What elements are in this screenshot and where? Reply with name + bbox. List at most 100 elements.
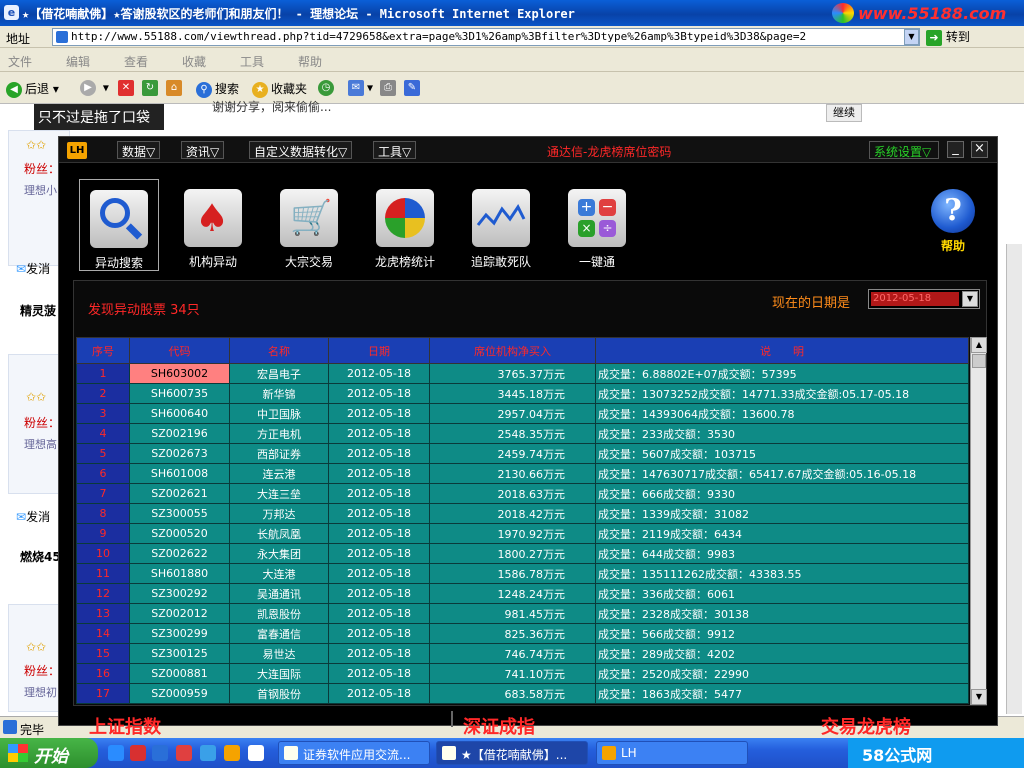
- search-button[interactable]: ⚲ 搜索: [196, 80, 239, 98]
- cell-name: 大连三垒: [229, 483, 329, 504]
- table-row[interactable]: 10 SZ002622 永大集团 2012-05-18 1800.27万元 成交量：644…: [76, 543, 969, 564]
- menu-news[interactable]: 资讯▽: [181, 141, 225, 159]
- star-icon: ★: [252, 81, 268, 98]
- table-row[interactable]: 3 SH600640 中卫国脉 2012-05-18 2957.04万元 成交量：1439…: [76, 403, 969, 424]
- tool-block-trade[interactable]: 🛒 大宗交易: [269, 179, 349, 271]
- table-row[interactable]: 12 SZ300292 吴通通讯 2012-05-18 1248.24万元 成交量：336…: [76, 583, 969, 604]
- refresh-button[interactable]: ↻: [142, 80, 161, 96]
- tool-track-team[interactable]: 追踪敢死队: [461, 179, 541, 271]
- user-link[interactable]: 理想高: [24, 436, 57, 452]
- tool-abnormal-search[interactable]: 异动搜索: [79, 179, 159, 271]
- misc-quicklaunch-icon[interactable]: [200, 745, 216, 761]
- close-button[interactable]: ×: [971, 141, 988, 158]
- menu-edit[interactable]: 编辑: [66, 53, 90, 70]
- edit-button[interactable]: ✎: [404, 80, 423, 96]
- go-button[interactable]: ➜ 转到: [926, 28, 982, 46]
- print-button[interactable]: ⎙: [380, 80, 399, 96]
- cell-code: SH600735: [129, 383, 230, 404]
- send-message-link[interactable]: ✉发消: [16, 260, 50, 277]
- task-forum[interactable]: 证券软件应用交流...: [278, 741, 430, 765]
- chevron-down-icon[interactable]: ▼: [962, 291, 978, 307]
- col-header-net-buy[interactable]: 席位机构净买入: [429, 337, 596, 364]
- menu-tools[interactable]: 工具: [240, 53, 264, 70]
- table-row[interactable]: 6 SH601008 连云港 2012-05-18 2130.66万元 成交量：14763…: [76, 463, 969, 484]
- table-row[interactable]: 11 SH601880 大连港 2012-05-18 1586.78万元 成交量：1351…: [76, 563, 969, 584]
- table-row[interactable]: 14 SZ300299 富春通信 2012-05-18 825.36万元 成交量：566成…: [76, 623, 969, 644]
- tab-dragon-tiger-list[interactable]: 交易龙虎榜: [821, 713, 911, 739]
- tool-one-click[interactable]: + − × ÷ 一键通: [557, 179, 637, 271]
- cell-net-buy: 683.58万元: [429, 683, 596, 704]
- table-row[interactable]: 1 SH603002 宏昌电子 2012-05-18 3765.37万元 成交量：6.88…: [76, 363, 969, 384]
- cell-name: 大连国际: [229, 663, 329, 684]
- history-button[interactable]: ◷: [318, 80, 337, 96]
- task-lh[interactable]: LH: [596, 741, 748, 765]
- system-settings-menu[interactable]: 系统设置▽: [869, 141, 939, 159]
- minimize-button[interactable]: _: [947, 141, 964, 158]
- media-quicklaunch-icon[interactable]: [152, 745, 168, 761]
- tab-shanghai-index[interactable]: 上证指数: [89, 713, 161, 739]
- help-button[interactable]: ? 帮助: [925, 189, 981, 254]
- lh-quicklaunch-icon[interactable]: [224, 745, 240, 761]
- date-select[interactable]: 2012-05-18 ▼: [868, 289, 980, 309]
- tool-dragon-tiger-stats[interactable]: 龙虎榜统计: [365, 179, 445, 271]
- menu-file[interactable]: 文件: [8, 53, 32, 70]
- col-header-date[interactable]: 日期: [328, 337, 430, 364]
- col-header-index[interactable]: 序号: [76, 337, 130, 364]
- scroll-thumb[interactable]: [972, 354, 986, 368]
- user-name[interactable]: 燃烧45: [20, 548, 61, 565]
- menu-help[interactable]: 帮助: [298, 53, 322, 70]
- tab-shenzhen-index[interactable]: 深证成指: [463, 713, 535, 739]
- continue-button[interactable]: 继续: [826, 104, 862, 122]
- found-count: 发现异动股票 34只: [88, 303, 200, 318]
- url-input[interactable]: http://www.55188.com/viewthread.php?tid=…: [52, 28, 920, 46]
- send-message-link[interactable]: ✉发消: [16, 508, 50, 525]
- user-name[interactable]: 精灵菠: [20, 302, 56, 319]
- table-row[interactable]: 7 SZ002621 大连三垒 2012-05-18 2018.63万元 成交量：666成…: [76, 483, 969, 504]
- help-label: 帮助: [940, 239, 965, 253]
- menu-favorites[interactable]: 收藏: [182, 53, 206, 70]
- forward-button[interactable]: ▶ ▾: [80, 80, 109, 96]
- table-row[interactable]: 17 SZ000959 首钢股份 2012-05-18 683.58万元 成交量：1863…: [76, 683, 969, 704]
- scroll-down-icon[interactable]: ▼: [971, 689, 987, 705]
- ie-quicklaunch-icon[interactable]: [108, 745, 124, 761]
- favorites-button[interactable]: ★ 收藏夹: [252, 80, 307, 98]
- menu-view[interactable]: 查看: [124, 53, 148, 70]
- chart-quicklaunch-icon[interactable]: [248, 745, 264, 761]
- tool-quicklaunch-icon[interactable]: [176, 745, 192, 761]
- col-header-code[interactable]: 代码: [129, 337, 230, 364]
- table-row[interactable]: 8 SZ300055 万邦达 2012-05-18 2018.42万元 成交量：1339成…: [76, 503, 969, 524]
- tray-brand: 58公式网: [862, 746, 933, 765]
- tool-institution-abnormal[interactable]: ♠ 机构异动: [173, 179, 253, 271]
- table-row[interactable]: 4 SZ002196 方正电机 2012-05-18 2548.35万元 成交量：233成…: [76, 423, 969, 444]
- menu-tools[interactable]: 工具▽: [373, 141, 417, 159]
- table-row[interactable]: 9 SZ000520 长航凤凰 2012-05-18 1970.92万元 成交量：2119…: [76, 523, 969, 544]
- table-row[interactable]: 16 SZ000881 大连国际 2012-05-18 741.10万元 成交量：2520…: [76, 663, 969, 684]
- home-button[interactable]: ⌂: [166, 80, 185, 96]
- page-scrollbar[interactable]: [1006, 244, 1022, 714]
- table-row[interactable]: 2 SH600735 新华锦 2012-05-18 3445.18万元 成交量：13073…: [76, 383, 969, 404]
- back-button[interactable]: ◀ 后退 ▾: [6, 80, 59, 98]
- col-header-name[interactable]: 名称: [229, 337, 329, 364]
- table-row[interactable]: 15 SZ300125 易世达 2012-05-18 746.74万元 成交量：289成交…: [76, 643, 969, 664]
- cell-note: 成交量：135111262成交额：43383.55: [595, 563, 969, 584]
- menu-custom-data[interactable]: 自定义数据转化▽: [249, 141, 353, 159]
- app-quicklaunch-icon[interactable]: [130, 745, 146, 761]
- url-dropdown-icon[interactable]: ▼: [904, 29, 919, 45]
- user-link[interactable]: 理想初: [24, 684, 57, 700]
- cell-name: 中卫国脉: [229, 403, 329, 424]
- table-row[interactable]: 13 SZ002012 凯恩股份 2012-05-18 981.45万元 成交量：2328…: [76, 603, 969, 624]
- menu-data[interactable]: 数据▽: [117, 141, 161, 159]
- task-icon: [442, 746, 456, 760]
- task-thread[interactable]: ★【借花喃献佛】...: [436, 741, 588, 765]
- user-link[interactable]: 理想小: [24, 182, 57, 198]
- home-icon: ⌂: [166, 80, 182, 96]
- stop-button[interactable]: ✕: [118, 80, 137, 96]
- tool-label: 大宗交易: [284, 255, 333, 269]
- start-button[interactable]: 开始: [0, 738, 98, 768]
- mail-button[interactable]: ✉ ▾: [348, 80, 373, 96]
- table-scrollbar[interactable]: ▲ ▼: [970, 337, 987, 705]
- scroll-up-icon[interactable]: ▲: [971, 337, 987, 353]
- col-header-note[interactable]: 说 明: [595, 337, 969, 364]
- table-row[interactable]: 5 SZ002673 西部证券 2012-05-18 2459.74万元 成交量：5607…: [76, 443, 969, 464]
- fans-label: 粉丝：: [24, 664, 61, 678]
